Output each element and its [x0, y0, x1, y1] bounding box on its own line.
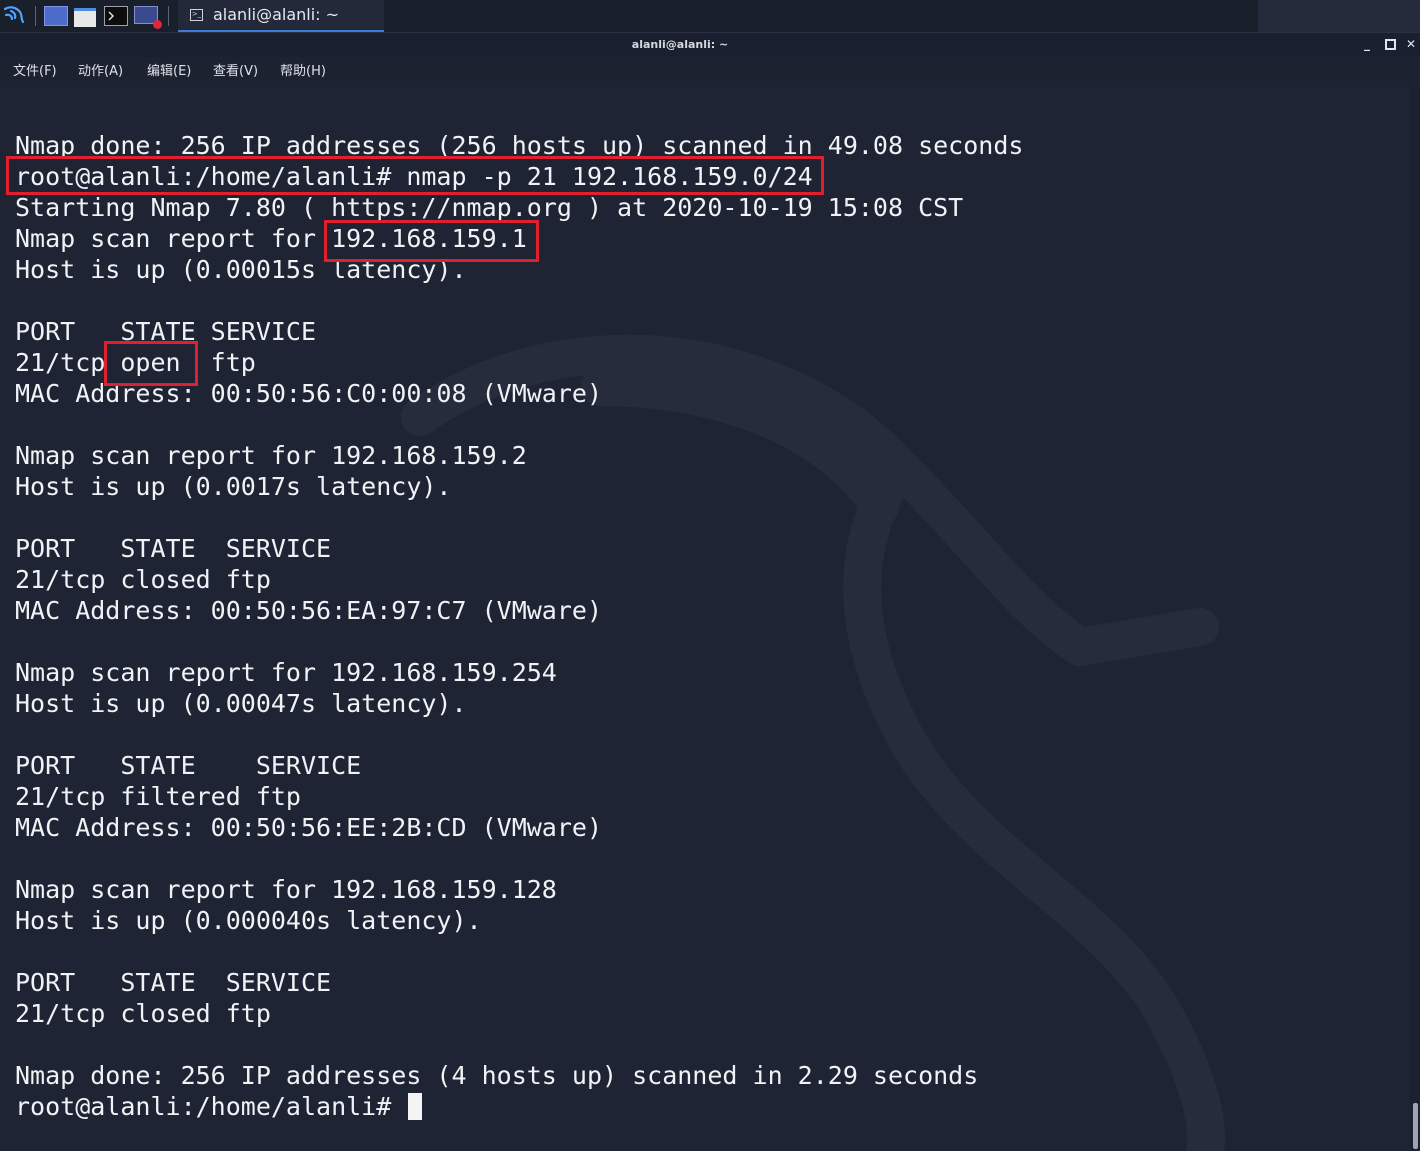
kali-menu-icon[interactable] [2, 3, 26, 27]
terminal-line: Nmap done: 256 IP addresses (256 hosts u… [15, 131, 1024, 160]
terminal-line: Host is up (0.00047s latency). [15, 689, 467, 718]
terminal-output: Nmap done: 256 IP addresses (256 hosts u… [15, 130, 1023, 1122]
taskbar-window-button[interactable]: >_ alanli@alanli: ~ [178, 0, 384, 32]
close-button[interactable]: ✕ [1404, 37, 1418, 51]
terminal-line: Nmap scan report for 192.168.159.254 [15, 658, 557, 687]
terminal-line: MAC Address: 00:50:56:C0:00:08 (VMware) [15, 379, 602, 408]
menu-help[interactable]: 帮助(H) [280, 57, 326, 87]
terminal-line: PORT STATE SERVICE [15, 534, 332, 563]
terminal-line: Host is up (0.000040s latency). [15, 906, 482, 935]
taskbar-separator [168, 6, 169, 26]
file-manager-icon[interactable] [74, 8, 96, 27]
terminal-line: MAC Address: 00:50:56:EE:2B:CD (VMware) [15, 813, 602, 842]
menu-edit[interactable]: 编辑(E) [147, 57, 191, 87]
menu-file[interactable]: 文件(F) [13, 57, 57, 87]
terminal-prompt-line[interactable]: root@alanli:/home/alanli# [15, 1091, 1023, 1122]
menu-view[interactable]: 查看(V) [213, 57, 258, 87]
taskbar: >_ alanli@alanli: ~ [0, 0, 1420, 33]
terminal-line: 21/tcp filtered ftp [15, 782, 301, 811]
terminal-line: PORT STATE SERVICE [15, 751, 362, 780]
window-titlebar[interactable]: alanli@alanli: ~ _ ✕ [0, 33, 1420, 57]
terminal-scrollbar[interactable] [1410, 87, 1420, 1151]
taskbar-tray [1258, 0, 1420, 32]
terminal-line: Nmap done: 256 IP addresses (4 hosts up)… [15, 1061, 979, 1090]
terminal-line: MAC Address: 00:50:56:EA:97:C7 (VMware) [15, 596, 602, 625]
terminal-line: Host is up (0.0017s latency). [15, 472, 452, 501]
taskbar-window-label: alanli@alanli: ~ [213, 5, 340, 24]
terminal-line: Nmap scan report for 192.168.159.128 [15, 875, 557, 904]
terminal-line: Host is up (0.00015s latency). [15, 255, 467, 284]
record-dot-icon [153, 20, 162, 29]
terminal-line: Nmap scan report for 192.168.159.2 [15, 441, 527, 470]
screen-recorder-icon[interactable] [134, 6, 162, 29]
taskbar-separator [35, 6, 36, 26]
show-desktop-icon[interactable] [44, 6, 68, 26]
minimize-button[interactable]: _ [1360, 37, 1374, 51]
menu-action[interactable]: 动作(A) [78, 57, 123, 87]
terminal-line: Nmap scan report for 192.168.159.1 [15, 224, 527, 253]
terminal-line: 21/tcp closed ftp [15, 565, 271, 594]
terminal-line: Starting Nmap 7.80 ( https://nmap.org ) … [15, 193, 964, 222]
terminal-icon[interactable] [104, 6, 128, 26]
terminal-line: PORT STATE SERVICE [15, 968, 332, 997]
terminal-cursor [408, 1093, 423, 1120]
maximize-button[interactable] [1383, 37, 1397, 51]
scrollbar-thumb[interactable] [1413, 1103, 1418, 1149]
maximize-icon [1384, 39, 1396, 50]
menu-bar: 文件(F) 动作(A) 编辑(E) 查看(V) 帮助(H) [0, 57, 1420, 87]
window-title: alanli@alanli: ~ [631, 38, 729, 51]
terminal-area[interactable]: Nmap done: 256 IP addresses (256 hosts u… [0, 87, 1410, 1151]
terminal-line: PORT STATE SERVICE [15, 317, 317, 346]
terminal-prompt: root@alanli:/home/alanli# [15, 1092, 407, 1121]
terminal-line: 21/tcp open ftp [15, 348, 256, 377]
terminal-line: 21/tcp closed ftp [15, 999, 271, 1028]
terminal-line: root@alanli:/home/alanli# nmap -p 21 192… [15, 162, 813, 191]
terminal-window-icon: >_ [190, 9, 203, 21]
